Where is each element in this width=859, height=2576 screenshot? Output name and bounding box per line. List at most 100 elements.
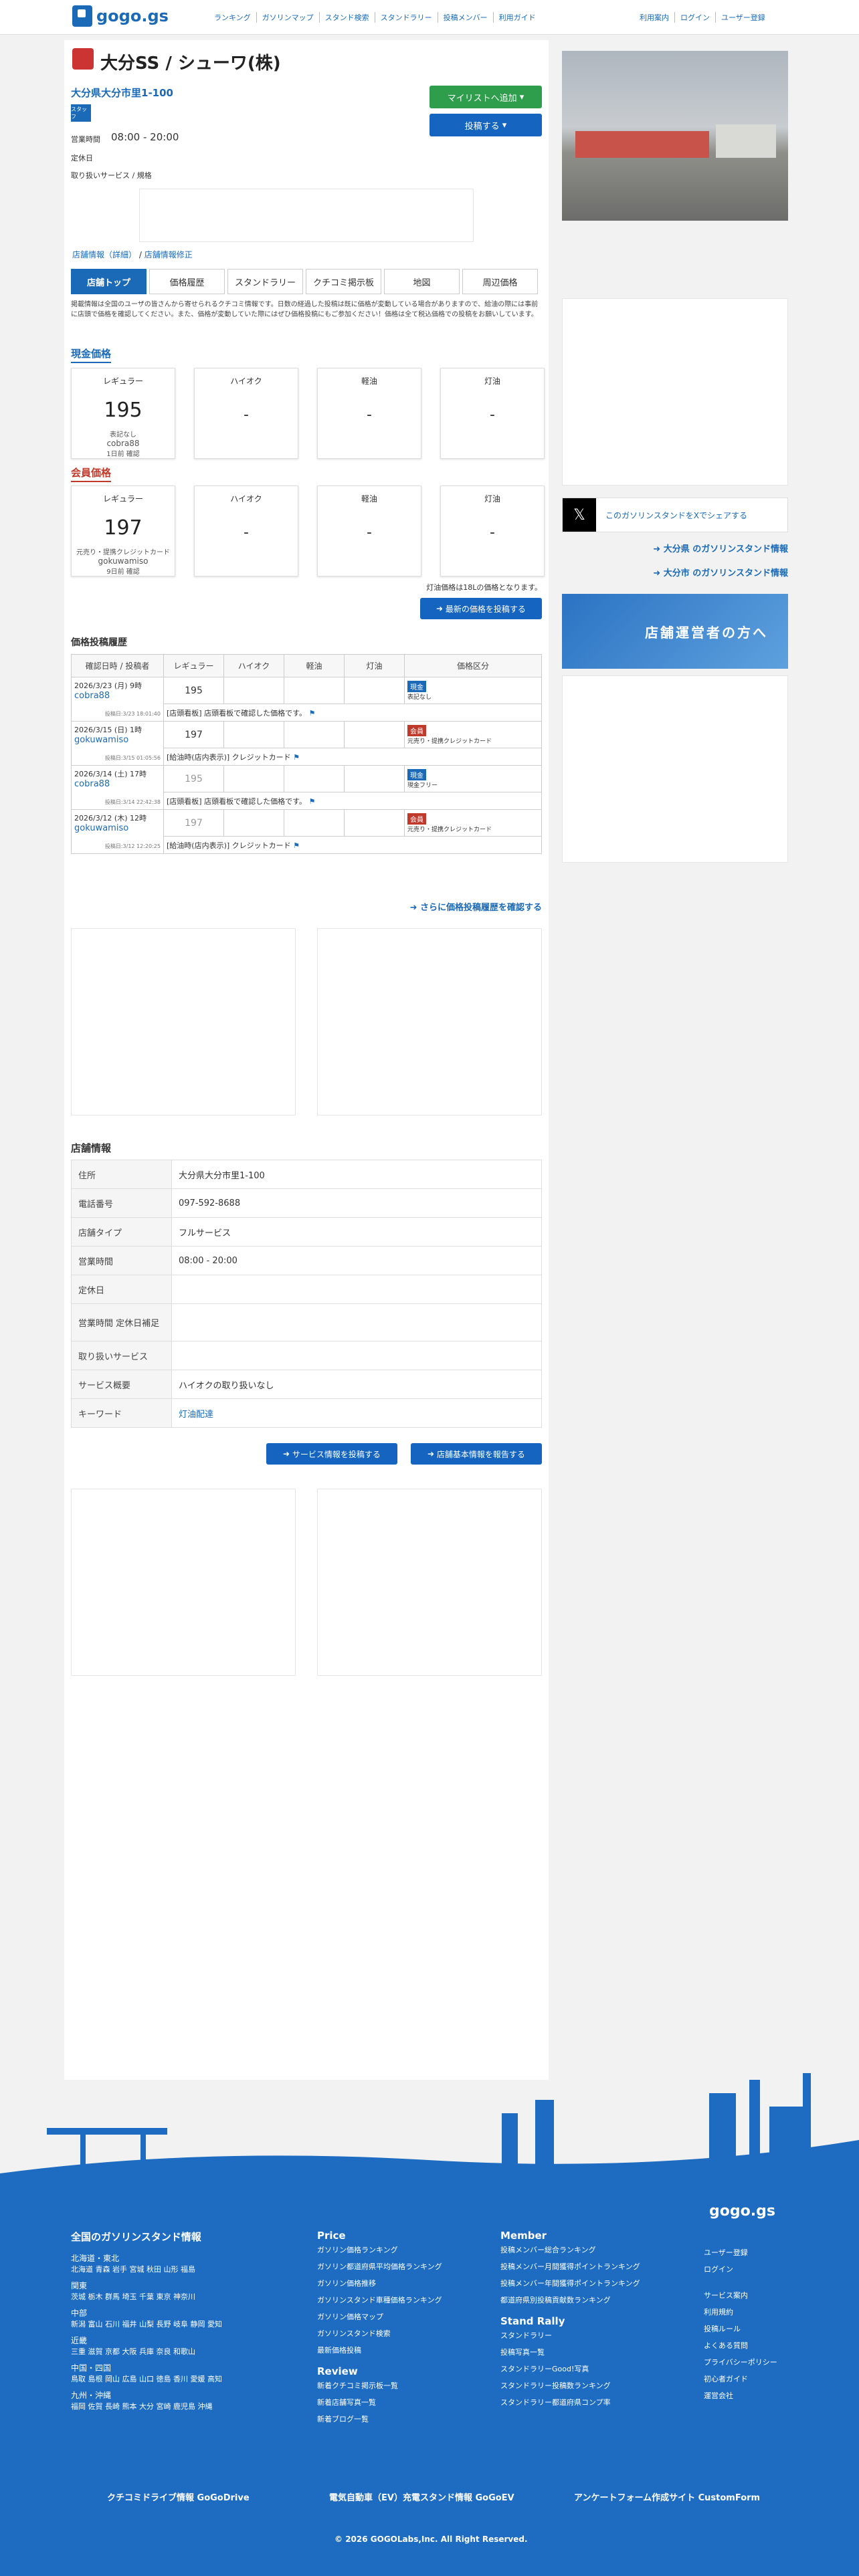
card-user[interactable]: gokuwamiso [72,556,175,566]
region-prefs[interactable]: 鳥取 島根 岡山 広島 山口 徳島 香川 愛媛 高知 [71,2373,285,2385]
nav-ranking[interactable]: ランキング [209,12,257,23]
nav-login[interactable]: ログイン [675,12,716,23]
gogoev-link[interactable]: 電気自動車（EV）充電スタンド情報 GoGoEV [329,2490,514,2503]
breadcrumb-detail[interactable]: 店舗情報（詳細） [72,250,136,259]
col-highoctane: ハイオク [223,654,284,677]
footer-link[interactable]: ガソリン価格ランキング [317,2242,442,2258]
col-kerosene: 灯油 [344,654,405,677]
history-table: 確認日時 / 投稿者 レギュラー ハイオク 軽油 灯油 価格区分 2026/3/… [71,654,542,854]
site-logo[interactable]: gogo.gs [72,5,169,27]
region-prefs[interactable]: 北海道 青森 岩手 宮城 秋田 山形 福島 [71,2264,285,2276]
region-prefs[interactable]: 三重 滋賀 京都 大阪 兵庫 奈良 和歌山 [71,2346,285,2358]
station-address[interactable]: 大分県大分市里1-100 [71,86,173,100]
nav-members[interactable]: 投稿メンバー [438,12,494,23]
post-service-label: サービス情報を投稿する [292,1449,381,1459]
footer-link[interactable]: 投稿メンバー総合ランキング [500,2242,640,2258]
footer-link[interactable]: ガソリン価格マップ [317,2309,442,2325]
nav-about[interactable]: 利用案内 [634,12,675,23]
footer-link[interactable]: 新着クチコミ掲示板一覧 [317,2377,442,2394]
report-info-button[interactable]: ➜ 店舗基本情報を報告する [411,1443,542,1465]
card-user[interactable]: cobra88 [72,439,175,448]
info-key: 取り扱いサービス [71,1341,172,1370]
footer-link[interactable]: 利用規約 [704,2304,777,2321]
footer-link[interactable]: スタンドラリーGood!写真 [500,2361,640,2377]
footer-link[interactable]: 投稿メンバー年間獲得ポイントランキング [500,2275,640,2292]
region-prefs[interactable]: 茨城 栃木 群馬 埼玉 千葉 東京 神奈川 [71,2291,285,2303]
owner-banner[interactable]: 店舗運営者の方へ [562,594,788,669]
footer-link[interactable]: スタンドラリー都道府県コンプ率 [500,2394,640,2411]
post-service-button[interactable]: ➜ サービス情報を投稿する [266,1443,397,1465]
footer-link[interactable]: サービス案内 [704,2287,777,2304]
footer-link[interactable]: 初心者ガイド [704,2371,777,2387]
footer-link[interactable]: ガソリン都道府県平均価格ランキング [317,2258,442,2275]
footer-link[interactable]: 最新価格投稿 [317,2342,442,2359]
category-badge: 現金 [407,680,426,692]
member-price-title: 会員価格 [71,465,112,482]
customform-link[interactable]: アンケートフォーム作成サイト CustomForm [574,2490,760,2503]
station-photo[interactable] [562,51,788,221]
info-keyword-link[interactable]: 灯油配達 [171,1398,542,1428]
footer-link[interactable]: 都道府県別投稿貢献数ランキング [500,2292,640,2309]
side-ad-slot [562,298,788,486]
region-prefs[interactable]: 福岡 佐賀 長崎 熊本 大分 宮崎 鹿児島 沖縄 [71,2401,285,2413]
station-canopy [716,124,776,158]
tab-nearby[interactable]: 周辺価格 [462,269,538,294]
tab-store-top[interactable]: 店舗トップ [71,269,147,294]
footer-link[interactable]: 投稿ルール [704,2321,777,2337]
station-building [575,131,709,158]
flag-icon[interactable]: ⚑ [308,709,315,718]
footer-link[interactable]: 新着店舗写真一覧 [317,2394,442,2411]
card-label: ハイオク [230,494,262,504]
flag-icon[interactable]: ⚑ [293,841,300,850]
region-prefs[interactable]: 新潟 富山 石川 福井 山梨 長野 岐阜 静岡 愛知 [71,2319,285,2331]
row-comment: [店頭看板] 店頭看板で確認した価格です。 ⚑ [163,704,542,722]
footer-link[interactable]: ユーザー登録 [704,2244,777,2261]
city-stations-link[interactable]: ➜ 大分市 のガソリンスタンド情報 [653,566,788,578]
pref-stations-link[interactable]: ➜ 大分県 のガソリンスタンド情報 [653,542,788,554]
footer-link[interactable]: 投稿メンバー月間獲得ポイントランキング [500,2258,640,2275]
col-date: 確認日時 / 投稿者 [71,654,164,677]
info-value [171,1341,542,1370]
row-user[interactable]: cobra88 [74,779,161,789]
tab-price-history[interactable]: 価格履歴 [149,269,225,294]
nav-map[interactable]: ガソリンマップ [257,12,320,23]
footer-link[interactable]: ガソリン価格推移 [317,2275,442,2292]
footer-link[interactable]: スタンドラリー [500,2327,640,2344]
more-history-link[interactable]: ➜ さらに価格投稿履歴を確認する [410,900,542,913]
nav-register[interactable]: ユーザー登録 [716,12,771,23]
footer-logo[interactable]: gogo.gs [709,2203,775,2220]
footer-link[interactable]: 投稿写真一覧 [500,2344,640,2361]
tab-board[interactable]: クチコミ掲示板 [306,269,381,294]
services-label: 取り扱いサービス / 規格 [71,171,152,180]
flag-icon[interactable]: ⚑ [308,797,315,806]
tab-map[interactable]: 地図 [384,269,460,294]
gogodrive-link[interactable]: クチコミドライブ情報 GoGoDrive [107,2490,250,2503]
post-button[interactable]: 投稿する ▾ [430,114,542,136]
nav-search[interactable]: スタンド検索 [320,12,375,23]
breadcrumb-edit[interactable]: 店舗情報修正 [145,250,193,259]
footer-link[interactable]: ガソリンスタンド検索 [317,2325,442,2342]
footer-link[interactable]: よくある質問 [704,2337,777,2354]
share-x-button[interactable]: 𝕏 このガソリンスタンドをXでシェアする [562,498,788,532]
footer-link[interactable]: ログイン [704,2261,777,2278]
more-history-label: さらに価格投稿履歴を確認する [419,903,542,913]
tab-rally[interactable]: スタンドラリー [227,269,303,294]
row-diesel [284,677,345,704]
row-user[interactable]: cobra88 [74,691,161,701]
footer-link[interactable]: スタンドラリー投稿数ランキング [500,2377,640,2394]
row-user[interactable]: gokuwamiso [74,823,161,833]
footer-link[interactable]: ガソリンスタンド車種価格ランキング [317,2292,442,2309]
footer-link[interactable]: プライバシーポリシー [704,2354,777,2371]
nav-guide[interactable]: 利用ガイド [494,12,541,23]
footer-link[interactable]: 新着ブログ一覧 [317,2411,442,2428]
add-mylist-button[interactable]: マイリストへ追加 ▾ [430,86,542,108]
site-header: gogo.gs ランキング ガソリンマップ スタンド検索 スタンドラリー 投稿メ… [0,0,859,35]
fuel-pump-icon [72,5,92,27]
row-user[interactable]: gokuwamiso [74,735,161,745]
footer-price-col: Price ガソリン価格ランキング ガソリン都道府県平均価格ランキング ガソリン… [317,2230,442,2428]
card-when: 9日前 確認 [106,568,140,576]
post-latest-button[interactable]: ➜ 最新の価格を投稿する [420,598,542,619]
flag-icon[interactable]: ⚑ [293,753,300,762]
footer-link[interactable]: 運営会社 [704,2387,777,2404]
nav-rally[interactable]: スタンドラリー [375,12,438,23]
